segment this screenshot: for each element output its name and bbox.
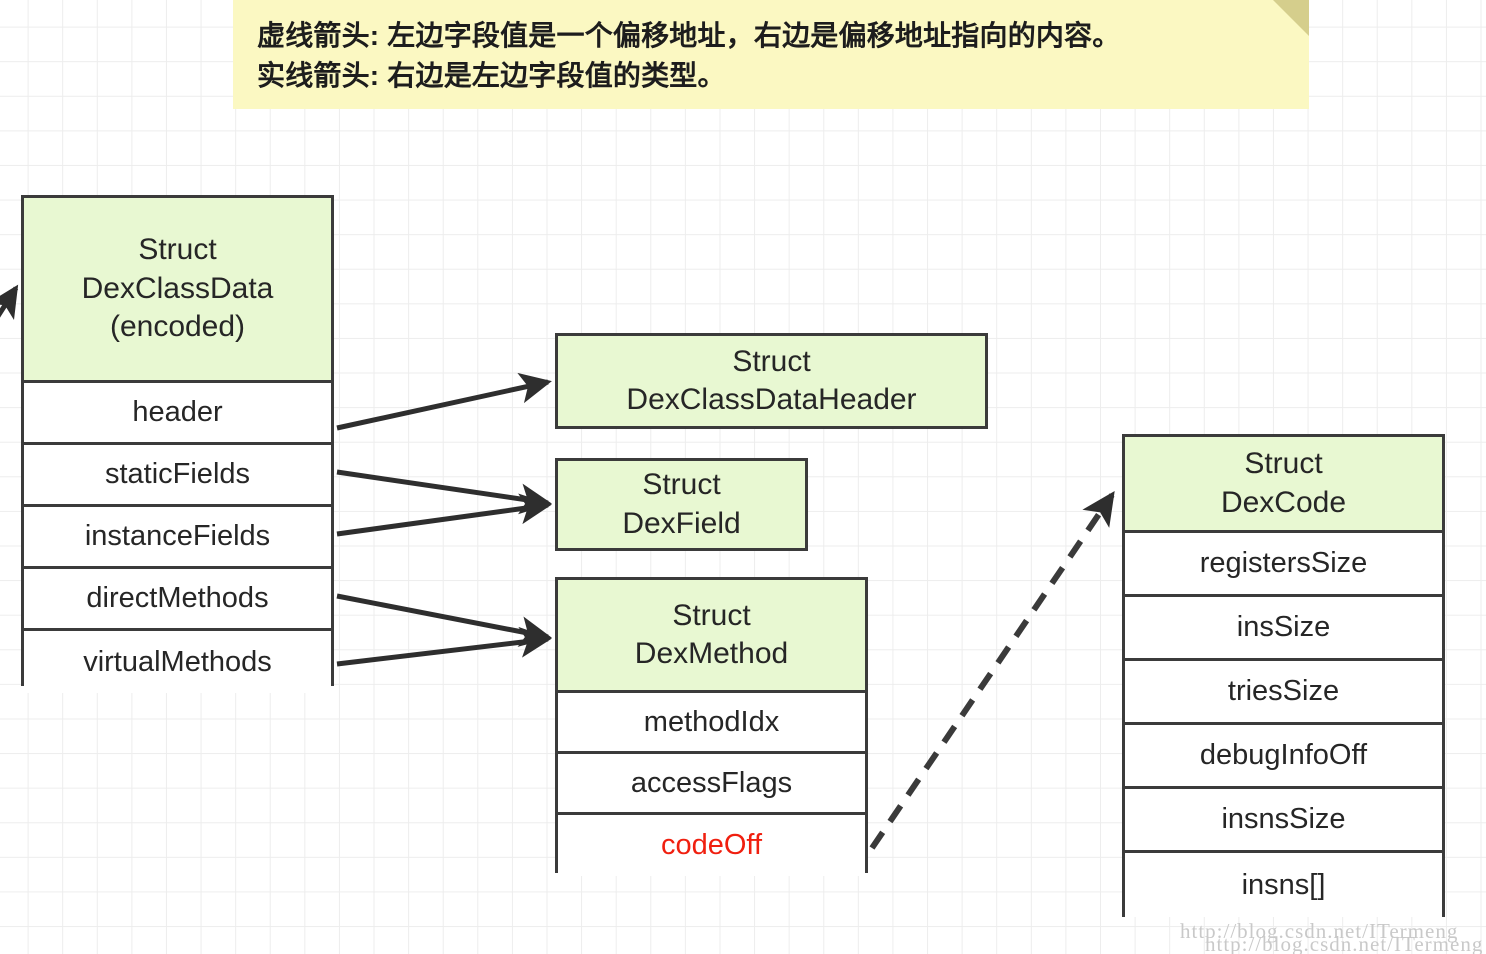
arrow-directmethods-to-dexmethod (336, 593, 552, 647)
struct-title-line-1: Struct (642, 468, 721, 502)
struct-title-line-2: DexClassDataHeader (626, 383, 917, 416)
struct-box-dexclassdataheader: Struct DexClassDataHeader (555, 333, 988, 429)
field-row-header: header (24, 383, 331, 445)
struct-title-line-2: DexMethod (634, 637, 789, 670)
watermark-line-2: http://blog.csdn.net/ITermeng (1205, 932, 1484, 954)
arrow-header-to-classdataheader (336, 372, 552, 431)
field-row-instancefields: instanceFields (24, 507, 331, 569)
struct-title-line-1: Struct (672, 598, 751, 632)
struct-title-line-2: DexField (622, 506, 741, 540)
field-row-insns: insns[] (1125, 853, 1442, 917)
arrow-offscreen-to-classdata (0, 284, 19, 320)
struct-title-line-1: Struct (732, 344, 811, 378)
field-row-registerssize: registersSize (1125, 533, 1442, 597)
struct-box-dexclassdata: Struct DexClassData (encoded) header sta… (21, 195, 334, 693)
field-row-staticfields: staticFields (24, 445, 331, 507)
struct-title-line-1: Struct (138, 233, 217, 267)
arrow-staticfields-to-dexfield (336, 469, 552, 515)
arrow-instancefields-to-dexfield (336, 493, 552, 537)
struct-title-line-3: (encoded) (109, 310, 246, 344)
struct-title-dexfield: Struct DexField (558, 461, 805, 548)
field-row-insnssize: insnsSize (1125, 789, 1442, 853)
struct-title-dexclassdataheader: Struct DexClassDataHeader (558, 336, 985, 426)
struct-box-dexmethod: Struct DexMethod methodIdx accessFlags c… (555, 577, 868, 876)
legend-line-dashed: 虚线箭头: 左边字段值是一个偏移地址，右边是偏移地址指向的内容。 (257, 20, 1121, 51)
field-row-inssize: insSize (1125, 597, 1442, 661)
field-row-virtualmethods: virtualMethods (24, 631, 331, 693)
field-row-methodidx: methodIdx (558, 693, 865, 754)
legend-note: 虚线箭头: 左边字段值是一个偏移地址，右边是偏移地址指向的内容。 实线箭头: 右… (233, 0, 1309, 109)
struct-title-line-1: Struct (1244, 447, 1323, 481)
struct-title-dexclassdata: Struct DexClassData (encoded) (24, 198, 331, 383)
struct-title-dexmethod: Struct DexMethod (558, 580, 865, 693)
arrow-codeoff-to-dexcode-dashed (869, 491, 1115, 850)
field-row-codeoff: codeOff (558, 815, 865, 876)
legend-line-solid: 实线箭头: 右边是左边字段值的类型。 (257, 59, 726, 91)
diagram-canvas: 虚线箭头: 左边字段值是一个偏移地址，右边是偏移地址指向的内容。 实线箭头: 右… (0, 0, 1486, 954)
struct-title-dexcode: Struct DexCode (1125, 437, 1442, 533)
struct-box-dexcode: Struct DexCode registersSize insSize tri… (1122, 434, 1445, 917)
field-row-directmethods: directMethods (24, 569, 331, 631)
struct-title-line-2: DexCode (1220, 485, 1347, 519)
field-row-debuginfooff: debugInfoOff (1125, 725, 1442, 789)
struct-box-dexfield: Struct DexField (555, 458, 808, 551)
field-row-triessize: triesSize (1125, 661, 1442, 725)
struct-title-line-2: DexClassData (81, 271, 274, 305)
folded-corner-icon (1273, 0, 1309, 36)
field-row-accessflags: accessFlags (558, 754, 865, 815)
arrow-virtualmethods-to-dexmethod (336, 626, 552, 667)
